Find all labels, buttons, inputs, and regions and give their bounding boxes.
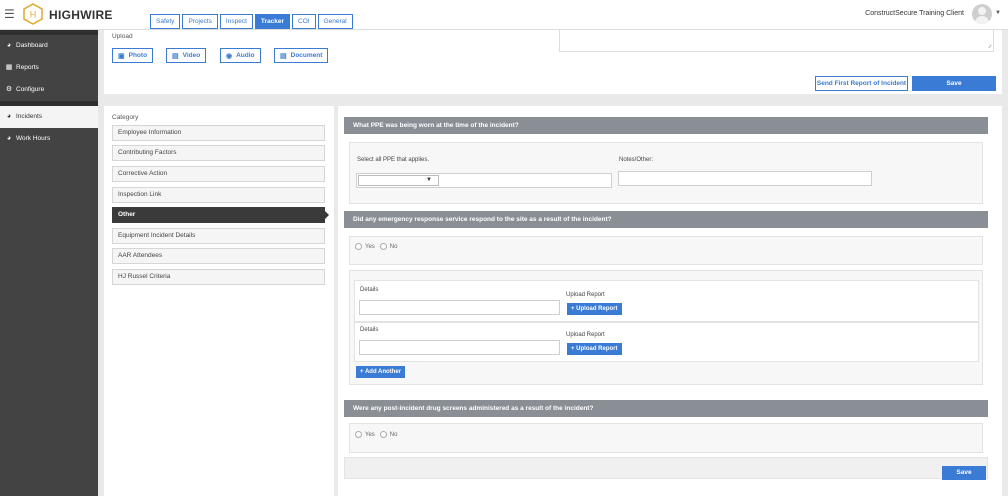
- top-bar: ☰ H HIGHWIRE Safety Projects Inspect Tra…: [0, 0, 1008, 30]
- photo-icon: ▣: [118, 52, 125, 60]
- dashboard-gauge-icon: ◕: [6, 42, 12, 49]
- drug-screens-radio-box: [349, 423, 983, 453]
- emergency-radio-box: [349, 236, 983, 265]
- svg-text:H: H: [30, 10, 37, 20]
- notes-input[interactable]: [618, 171, 872, 186]
- upload-photo-button[interactable]: ▣ Photo: [112, 48, 154, 63]
- ppe-question-header: What PPE was being worn at the time of t…: [344, 117, 988, 134]
- category-other[interactable]: Other: [112, 207, 325, 223]
- user-avatar-icon[interactable]: [972, 4, 992, 24]
- document-icon: ▦: [5, 64, 13, 71]
- ppe-select-label: Select all PPE that applies.: [357, 157, 430, 163]
- tab-projects[interactable]: Projects: [182, 14, 218, 29]
- footer-bar: [344, 457, 988, 479]
- chevron-down-icon[interactable]: ▼: [426, 177, 432, 183]
- category-corrective-action[interactable]: Corrective Action: [112, 166, 325, 182]
- emergency-yes-radio[interactable]: [355, 243, 362, 250]
- sidebar-item-configure[interactable]: ⚙ Configure: [0, 79, 98, 101]
- category-employee-information[interactable]: Employee Information: [112, 125, 325, 141]
- save-button-top[interactable]: Save: [912, 76, 996, 91]
- drug-screens-no-radio[interactable]: [379, 431, 387, 438]
- drug-screens-radio-group: Yes No: [355, 431, 397, 438]
- sidebar-item-label: Work Hours: [16, 135, 51, 142]
- emergency-question-header: Did any emergency response service respo…: [344, 211, 988, 228]
- video-film-icon: ▤: [172, 52, 179, 60]
- sidebar-item-label: Reports: [16, 64, 39, 71]
- gear-icon: ⚙: [5, 86, 13, 93]
- notes-label: Notes/Other:: [619, 157, 654, 163]
- tab-inspect[interactable]: Inspect: [219, 14, 253, 29]
- sidebar-item-reports[interactable]: ▦ Reports: [0, 57, 98, 79]
- category-hj-russel-criteria[interactable]: HJ Russel Criteria: [112, 269, 325, 285]
- drug-screens-yes-radio[interactable]: [355, 431, 362, 438]
- upload-report-label-1: Upload Report: [566, 292, 605, 298]
- module-tabs: Safety Projects Inspect Tracker COI Gene…: [150, 14, 355, 29]
- add-another-button[interactable]: + Add Another: [356, 366, 406, 378]
- category-aar-attendees[interactable]: AAR Attendees: [112, 248, 325, 264]
- tab-safety[interactable]: Safety: [150, 14, 181, 29]
- caret-down-icon[interactable]: ▼: [995, 10, 1001, 16]
- drug-screens-no-label: No: [389, 431, 398, 438]
- upload-report-button-2[interactable]: + Upload Report: [567, 343, 622, 355]
- details-label-2: Details: [360, 327, 379, 333]
- sidebar-item-label: Dashboard: [16, 42, 48, 49]
- emergency-yes-label: Yes: [365, 243, 375, 250]
- upload-audio-button[interactable]: ◉ Audio: [220, 48, 261, 63]
- upload-report-label-2: Upload Report: [566, 332, 605, 338]
- sidebar-item-label: Incidents: [16, 113, 43, 120]
- description-textarea[interactable]: ∕∕: [559, 30, 994, 52]
- category-equipment-incident-details[interactable]: Equipment Incident Details: [112, 228, 325, 244]
- drug-screens-question-header: Were any post-incident drug screens admi…: [344, 400, 988, 417]
- details-input-1[interactable]: [359, 300, 560, 315]
- details-input-2[interactable]: [359, 340, 560, 355]
- resize-handle-icon[interactable]: ∕∕: [989, 44, 991, 50]
- category-panel: [104, 106, 334, 496]
- emergency-no-radio[interactable]: [379, 243, 387, 250]
- emergency-no-label: No: [389, 243, 398, 250]
- tab-general[interactable]: General: [317, 14, 353, 29]
- upload-label: Upload: [112, 33, 133, 40]
- tab-tracker[interactable]: Tracker: [254, 14, 291, 29]
- upload-video-button[interactable]: ▤ Video: [166, 48, 207, 63]
- document-icon: ▤: [280, 52, 287, 60]
- category-label: Category: [112, 114, 139, 121]
- active-category-arrow: [325, 211, 329, 219]
- save-button-bottom[interactable]: Save: [942, 466, 986, 480]
- gauge-icon: ◕: [6, 113, 12, 120]
- gauge-icon: ◕: [6, 135, 12, 142]
- upload-document-button[interactable]: ▤ Document: [274, 48, 329, 63]
- tab-coi[interactable]: COI: [292, 14, 316, 29]
- sidebar-item-work-hours[interactable]: ◕ Work Hours: [0, 128, 98, 150]
- emergency-radio-group: Yes No: [355, 243, 397, 250]
- category-contributing-factors[interactable]: Contributing Factors: [112, 145, 325, 161]
- hamburger-icon[interactable]: ☰: [4, 7, 15, 21]
- send-first-report-button[interactable]: Send First Report of Incident: [815, 76, 908, 91]
- upload-report-button-1[interactable]: + Upload Report: [567, 303, 622, 315]
- client-name[interactable]: ConstructSecure Training Client: [865, 10, 964, 17]
- drug-screens-yes-label: Yes: [365, 431, 375, 438]
- sidebar-item-label: Configure: [16, 86, 45, 93]
- category-inspection-link[interactable]: Inspection Link: [112, 187, 325, 203]
- sidebar: ◕ Dashboard ▦ Reports ⚙ Configure ◕ Inci…: [0, 30, 98, 496]
- sidebar-item-incidents[interactable]: ◕ Incidents: [0, 106, 98, 128]
- logo-text: HIGHWIRE: [49, 8, 113, 22]
- highwire-logo-icon: H: [23, 3, 43, 25]
- audio-icon: ◉: [226, 52, 233, 60]
- details-label-1: Details: [360, 287, 379, 293]
- sidebar-item-dashboard[interactable]: ◕ Dashboard: [0, 35, 98, 57]
